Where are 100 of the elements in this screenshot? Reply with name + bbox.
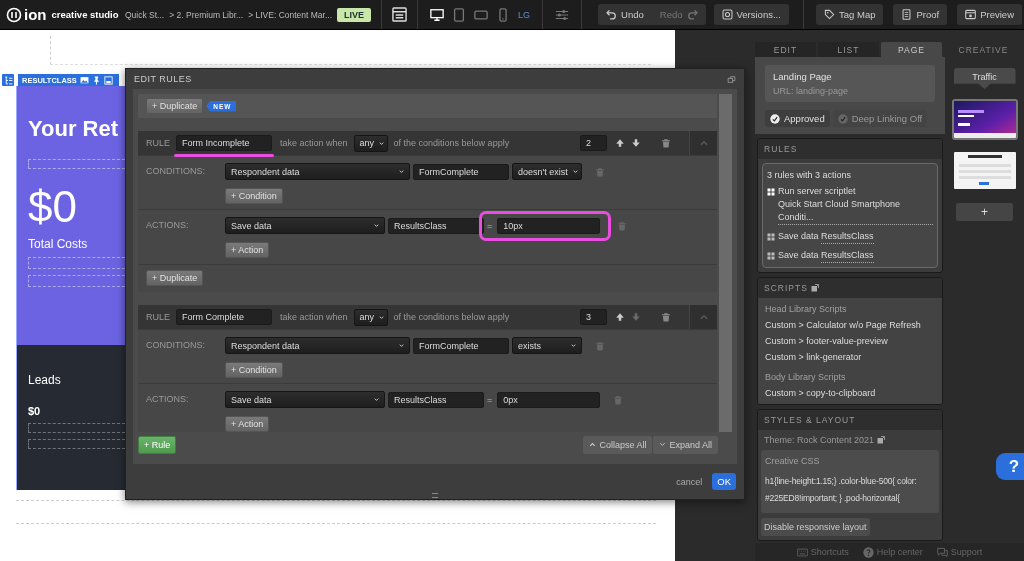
tag-map-button[interactable]: Tag Map (816, 4, 884, 25)
move-up-icon[interactable] (615, 312, 625, 322)
desktop-icon[interactable] (430, 7, 445, 22)
equals-sign: = (487, 394, 493, 405)
rule-action-text: Run server scriptlet (778, 186, 856, 196)
duplicate-button[interactable]: + Duplicate (146, 98, 204, 114)
match-select[interactable]: any (353, 308, 388, 326)
add-page-button[interactable]: + (956, 203, 1013, 221)
headline: Your Ret (28, 116, 120, 142)
toggle-chip[interactable]: Approved (765, 110, 830, 127)
sliders-icon[interactable] (555, 7, 570, 22)
undo-button[interactable]: Undo (598, 4, 652, 25)
operator-select[interactable]: doesn't exist (512, 163, 582, 180)
source-select[interactable]: Respondent data (225, 337, 410, 354)
preview-button[interactable]: Preview (957, 4, 1022, 25)
cancel-link[interactable]: cancel (676, 476, 703, 487)
page-thumbnail[interactable] (951, 150, 1018, 191)
tree-icon[interactable] (2, 74, 14, 86)
css-label: Creative CSS (765, 456, 821, 466)
value-field[interactable]: 10px (497, 217, 601, 234)
undo-icon (606, 9, 618, 20)
panel-tab[interactable]: EDIT (755, 42, 816, 57)
breakpoint-label[interactable]: LG (518, 9, 531, 20)
preview-icon (965, 9, 977, 20)
rule-link[interactable]: ResultsClass (821, 230, 874, 244)
match-select[interactable]: any (353, 134, 388, 152)
add-action-button[interactable]: + Action (225, 416, 270, 432)
css-code: h1{line-height:1.15;} .color-blue-500{ color: #225ED8!important; } .pod-horizontal{ (765, 475, 918, 505)
check-icon (837, 113, 848, 124)
order-field[interactable]: 3 (580, 309, 607, 325)
field-name-field[interactable]: FormComplete (413, 337, 509, 354)
breadcrumb-link[interactable]: > 2. Premium Libr... (169, 9, 244, 20)
collapse-all-button[interactable]: Collapse All (583, 435, 653, 454)
rule-name-field[interactable]: Form Incomplete (176, 135, 272, 151)
traffic-button[interactable]: Traffic (953, 68, 1016, 89)
redo-icon (686, 9, 698, 20)
script-item[interactable]: Custom > Calculator w/o Page Refresh (765, 320, 935, 330)
field-name-field[interactable]: FormComplete (413, 163, 509, 180)
rule-name-field[interactable]: Form Complete (176, 309, 272, 325)
panel-tab[interactable]: PAGE (881, 42, 942, 57)
toggle-chip[interactable]: Deep Linking Off (832, 110, 928, 127)
source-select[interactable]: Respondent data (225, 163, 410, 180)
chat-icon (936, 546, 948, 558)
caret-icon (373, 222, 380, 229)
trash-icon[interactable] (661, 312, 671, 322)
group-title: Body Library Scripts (765, 372, 847, 382)
versions-icon (721, 9, 733, 20)
section-title: RULES (764, 144, 798, 154)
resize-handle[interactable] (432, 493, 438, 498)
edit-icon[interactable] (810, 284, 819, 292)
breadcrumb-link[interactable]: Quick St... (125, 9, 165, 20)
proof-button[interactable]: Proof (893, 4, 948, 25)
rule-text: take action when (280, 138, 348, 148)
operator-select[interactable]: exists (512, 337, 582, 354)
save-icon[interactable] (103, 75, 113, 85)
check-icon (770, 113, 780, 124)
ok-button[interactable]: OK (712, 473, 736, 490)
image-icon[interactable] (79, 75, 89, 85)
rule-link[interactable]: Quick Start Cloud Smartphone Conditi... (778, 198, 933, 225)
expand-all-button[interactable]: Expand All (653, 435, 718, 454)
action-select[interactable]: Save data (225, 391, 385, 408)
script-item[interactable]: Custom > footer-value-preview (765, 336, 935, 346)
script-item[interactable]: Custom > link-generator (765, 352, 935, 362)
tablet-icon[interactable] (452, 7, 467, 22)
value-field[interactable]: 0px (497, 391, 601, 408)
edit-icon[interactable] (877, 436, 886, 444)
panel-tab[interactable]: CREATIVE (944, 42, 1023, 57)
restore-icon[interactable] (727, 74, 736, 84)
add-condition-button[interactable]: + Condition (225, 362, 283, 378)
caret-icon (378, 139, 386, 147)
versions-button[interactable]: Versions... (713, 4, 789, 25)
rule-label: RULE (146, 312, 170, 322)
disable-layout-button[interactable]: Disable responsive layout (761, 518, 870, 536)
add-action-button[interactable]: + Action (225, 242, 270, 258)
move-up-icon[interactable] (615, 138, 625, 148)
rule-link[interactable]: ResultsClass (821, 249, 874, 263)
grid-icon (767, 188, 775, 196)
live-badge: LIVE (337, 7, 372, 22)
help-button[interactable]: ? (996, 453, 1024, 480)
action-select[interactable]: Save data (225, 217, 385, 234)
page-thumbnail[interactable] (951, 99, 1018, 140)
order-field[interactable]: 2 (580, 135, 607, 151)
trash-icon[interactable] (661, 138, 671, 148)
add-condition-button[interactable]: + Condition (225, 188, 283, 204)
conditions-label: CONDITIONS: (146, 165, 206, 178)
tablet-landscape-icon[interactable] (474, 7, 489, 22)
pin-icon[interactable] (91, 75, 101, 85)
tag-icon (824, 9, 836, 20)
data-key-field[interactable]: ResultsClass (388, 391, 484, 408)
move-down-icon[interactable] (631, 138, 641, 148)
panel-tab[interactable]: LIST (818, 42, 879, 57)
breadcrumb-link[interactable]: > LIVE: Content Mar... (248, 9, 333, 20)
script-item[interactable]: Custom > copy-to-clipboard (765, 388, 935, 398)
help-icon (862, 546, 874, 558)
page-url: URL: landing-page (773, 86, 850, 96)
layout-icon[interactable] (392, 7, 408, 22)
data-key-field[interactable]: ResultsClass (388, 217, 484, 234)
rule-text: take action when (280, 312, 348, 322)
leads-value: $0 (28, 405, 42, 417)
duplicate-button[interactable]: + Duplicate (146, 270, 204, 286)
